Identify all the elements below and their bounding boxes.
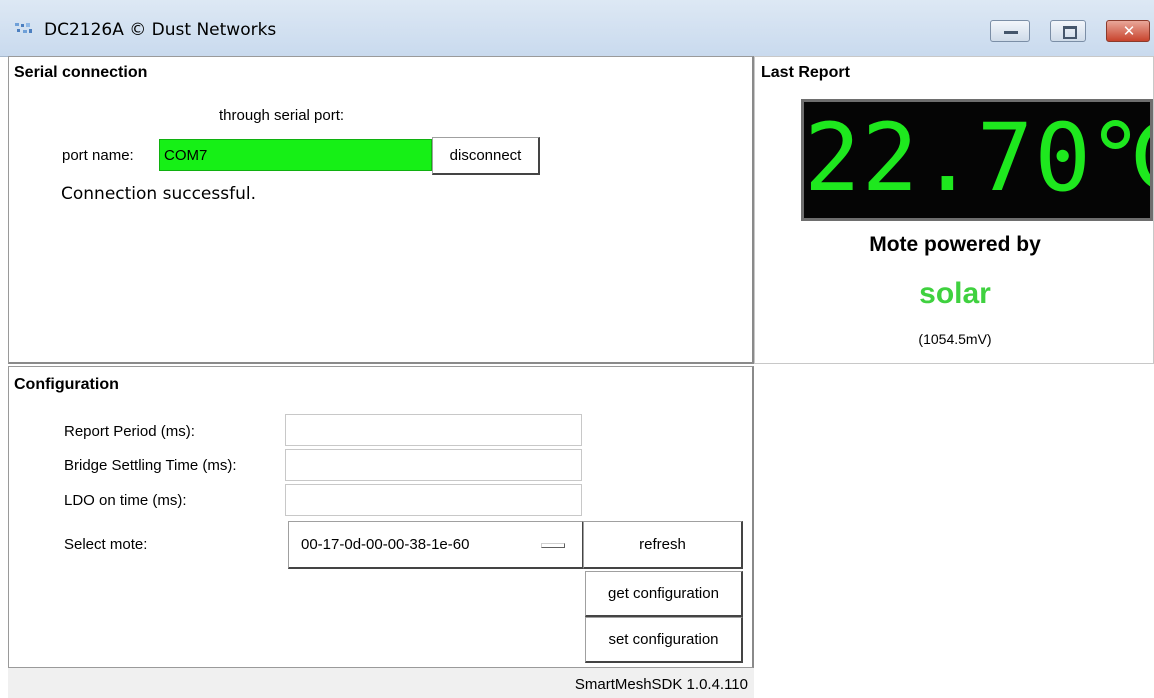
configuration-title: Configuration: [14, 376, 119, 393]
mote-select[interactable]: 00-17-0d-00-00-38-1e-60: [288, 521, 584, 569]
close-button[interactable]: ✕: [1106, 20, 1150, 42]
connection-status: Connection successful.: [61, 184, 256, 204]
port-name-label: port name:: [62, 147, 134, 164]
report-period-label: Report Period (ms):: [64, 423, 195, 440]
bridge-settling-label: Bridge Settling Time (ms):: [64, 457, 237, 474]
app-icon: [15, 23, 32, 33]
get-configuration-button[interactable]: get configuration: [585, 571, 743, 617]
close-icon: ✕: [1122, 22, 1136, 40]
refresh-button[interactable]: refresh: [583, 521, 743, 569]
sdk-version: SmartMeshSDK 1.0.4.110: [574, 676, 748, 693]
status-bar: SmartMeshSDK 1.0.4.110: [8, 668, 754, 698]
voltage-reading: (1054.5mV): [918, 331, 992, 347]
serial-connection-panel: Serial connection through serial port: p…: [8, 56, 754, 364]
minimize-button[interactable]: [990, 20, 1030, 42]
ldo-on-time-input[interactable]: [285, 484, 582, 516]
selected-mote-value: 00-17-0d-00-00-38-1e-60: [301, 536, 470, 553]
set-configuration-button[interactable]: set configuration: [585, 617, 743, 663]
mote-powered-label: Mote powered by: [869, 233, 1041, 256]
serial-connection-title: Serial connection: [14, 64, 148, 81]
maximize-button[interactable]: [1050, 20, 1086, 42]
minimize-icon: [1004, 31, 1018, 34]
report-period-input[interactable]: [285, 414, 582, 446]
bridge-settling-input[interactable]: [285, 449, 582, 481]
select-mote-label: Select mote:: [64, 536, 148, 553]
power-source: solar: [919, 277, 991, 310]
dropdown-icon: [541, 543, 565, 548]
temperature-display: 22.70℃: [801, 99, 1153, 221]
window-title: DC2126A © Dust Networks: [44, 20, 277, 40]
configuration-panel: Configuration Report Period (ms): Bridge…: [8, 366, 754, 668]
last-report-title: Last Report: [761, 64, 850, 81]
ldo-on-time-label: LDO on time (ms):: [64, 492, 187, 509]
through-serial-port-label: through serial port:: [219, 107, 345, 124]
maximize-icon: [1063, 26, 1077, 39]
port-name-input[interactable]: [159, 139, 432, 171]
disconnect-button[interactable]: disconnect: [432, 137, 540, 175]
last-report-panel: Last Report 22.70℃ Mote powered by solar…: [754, 56, 1154, 364]
title-bar: DC2126A © Dust Networks ✕: [0, 0, 1154, 57]
